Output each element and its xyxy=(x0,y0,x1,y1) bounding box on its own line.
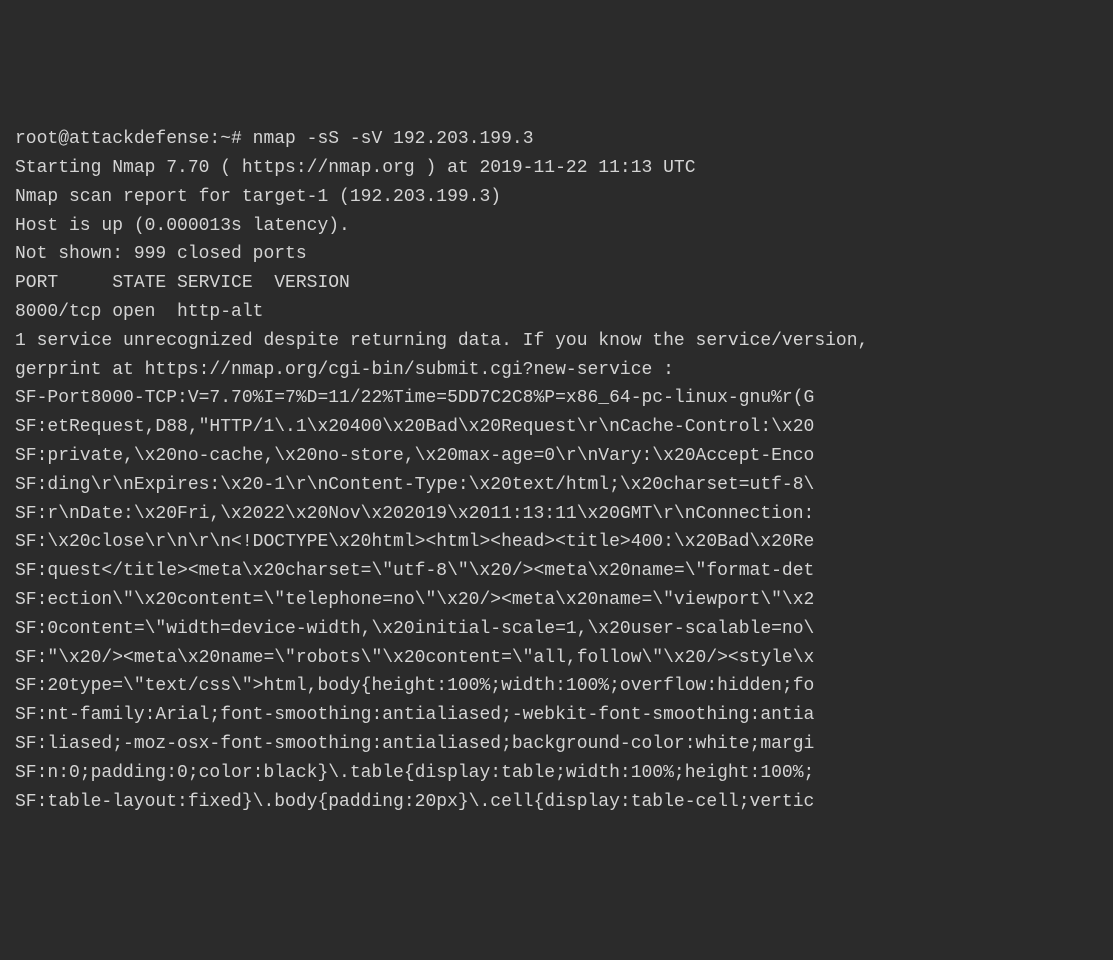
shell-prompt: root@attackdefense:~# xyxy=(15,129,242,149)
output-line: SF:ding\r\nExpires:\x20-1\r\nContent-Typ… xyxy=(15,471,1098,500)
command-line: root@attackdefense:~# nmap -sS -sV 192.2… xyxy=(15,125,1098,154)
output-line: SF-Port8000-TCP:V=7.70%I=7%D=11/22%Time=… xyxy=(15,384,1098,413)
output-line: SF:quest</title><meta\x20charset=\"utf-8… xyxy=(15,557,1098,586)
output-line: gerprint at https://nmap.org/cgi-bin/sub… xyxy=(15,356,1098,385)
output-line: Host is up (0.000013s latency). xyxy=(15,212,1098,241)
output-line: Nmap scan report for target-1 (192.203.1… xyxy=(15,183,1098,212)
output-line: 1 service unrecognized despite returning… xyxy=(15,327,1098,356)
terminal-window[interactable]: root@attackdefense:~# nmap -sS -sV 192.2… xyxy=(15,125,1098,816)
output-line: Not shown: 999 closed ports xyxy=(15,240,1098,269)
output-line: SF:nt-family:Arial;font-smoothing:antial… xyxy=(15,701,1098,730)
output-line: PORT STATE SERVICE VERSION xyxy=(15,269,1098,298)
output-line: SF:n:0;padding:0;color:black}\.table{dis… xyxy=(15,759,1098,788)
output-line: SF:\x20close\r\n\r\n<!DOCTYPE\x20html><h… xyxy=(15,528,1098,557)
command-text: nmap -sS -sV 192.203.199.3 xyxy=(253,129,534,149)
output-line: 8000/tcp open http-alt xyxy=(15,298,1098,327)
output-line: SF:r\nDate:\x20Fri,\x2022\x20Nov\x202019… xyxy=(15,500,1098,529)
output-line: SF:etRequest,D88,"HTTP/1\.1\x20400\x20Ba… xyxy=(15,413,1098,442)
output-line: SF:"\x20/><meta\x20name=\"robots\"\x20co… xyxy=(15,644,1098,673)
output-line: SF:private,\x20no-cache,\x20no-store,\x2… xyxy=(15,442,1098,471)
output-line: SF:ection\"\x20content=\"telephone=no\"\… xyxy=(15,586,1098,615)
output-line: SF:liased;-moz-osx-font-smoothing:antial… xyxy=(15,730,1098,759)
output-line: Starting Nmap 7.70 ( https://nmap.org ) … xyxy=(15,154,1098,183)
output-line: SF:20type=\"text/css\">html,body{height:… xyxy=(15,672,1098,701)
output-line: SF:table-layout:fixed}\.body{padding:20p… xyxy=(15,788,1098,817)
output-line: SF:0content=\"width=device-width,\x20ini… xyxy=(15,615,1098,644)
